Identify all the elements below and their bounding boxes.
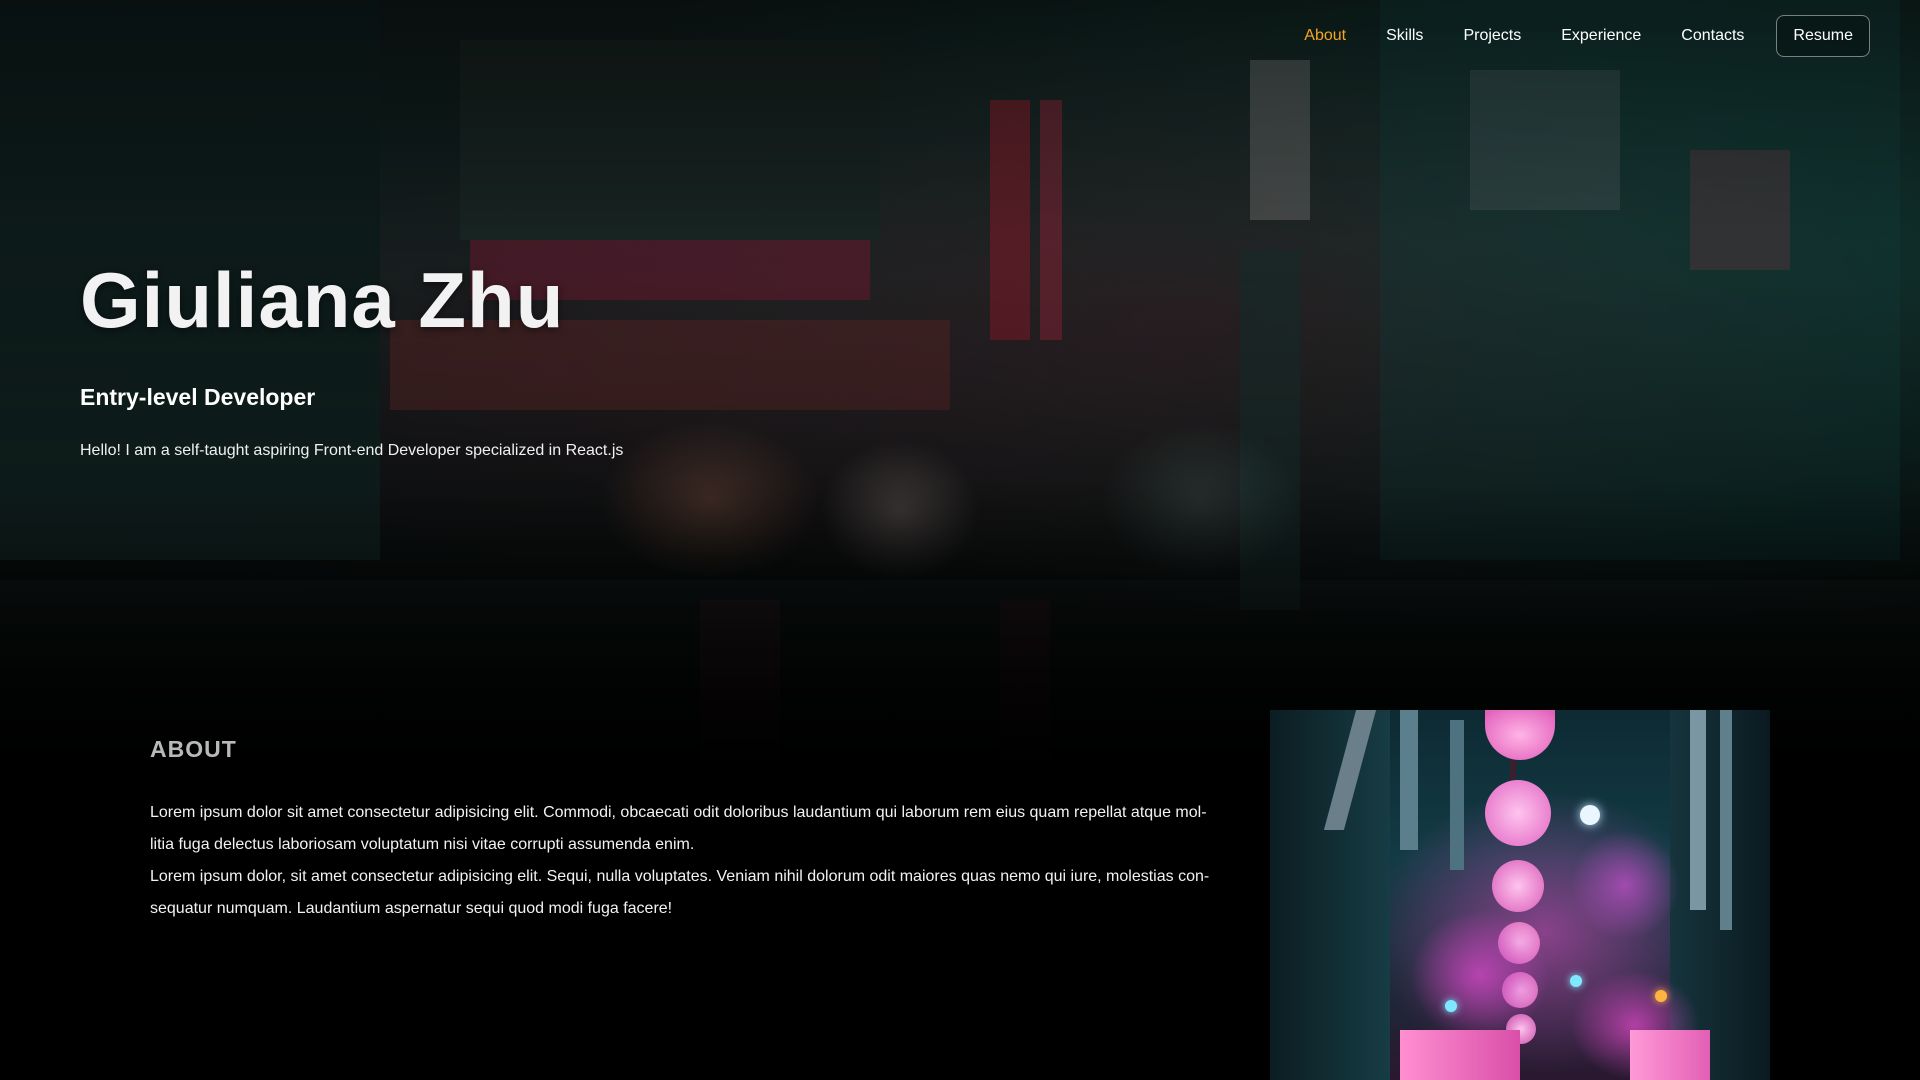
about-paragraph-2: Lorem ipsum dolor, sit amet consectetur …: [150, 868, 1210, 917]
nav-link-experience[interactable]: Experience: [1541, 15, 1661, 57]
portfolio-page: About Skills Projects Experience Contact…: [0, 0, 1920, 1080]
about-lantern-alley-image: [1270, 710, 1770, 1080]
nav-link-skills[interactable]: Skills: [1366, 15, 1443, 57]
about-section: ABOUT Lorem ipsum dolor sit amet consect…: [150, 736, 1220, 925]
nav-link-contacts[interactable]: Contacts: [1661, 15, 1764, 57]
top-navigation: About Skills Projects Experience Contact…: [1284, 15, 1870, 57]
about-heading: ABOUT: [150, 736, 237, 762]
nav-link-about[interactable]: About: [1284, 15, 1366, 57]
hero-role-subtitle: Entry-level Developer: [80, 384, 316, 410]
nav-link-projects[interactable]: Projects: [1443, 15, 1541, 57]
resume-button[interactable]: Resume: [1776, 15, 1870, 57]
hero-intro-text: Hello! I am a self-taught aspiring Front…: [80, 442, 624, 459]
about-paragraph-1: Lorem ipsum dolor sit amet consectetur a…: [150, 804, 1207, 853]
hero-name-heading: Giuliana Zhu: [80, 256, 565, 344]
